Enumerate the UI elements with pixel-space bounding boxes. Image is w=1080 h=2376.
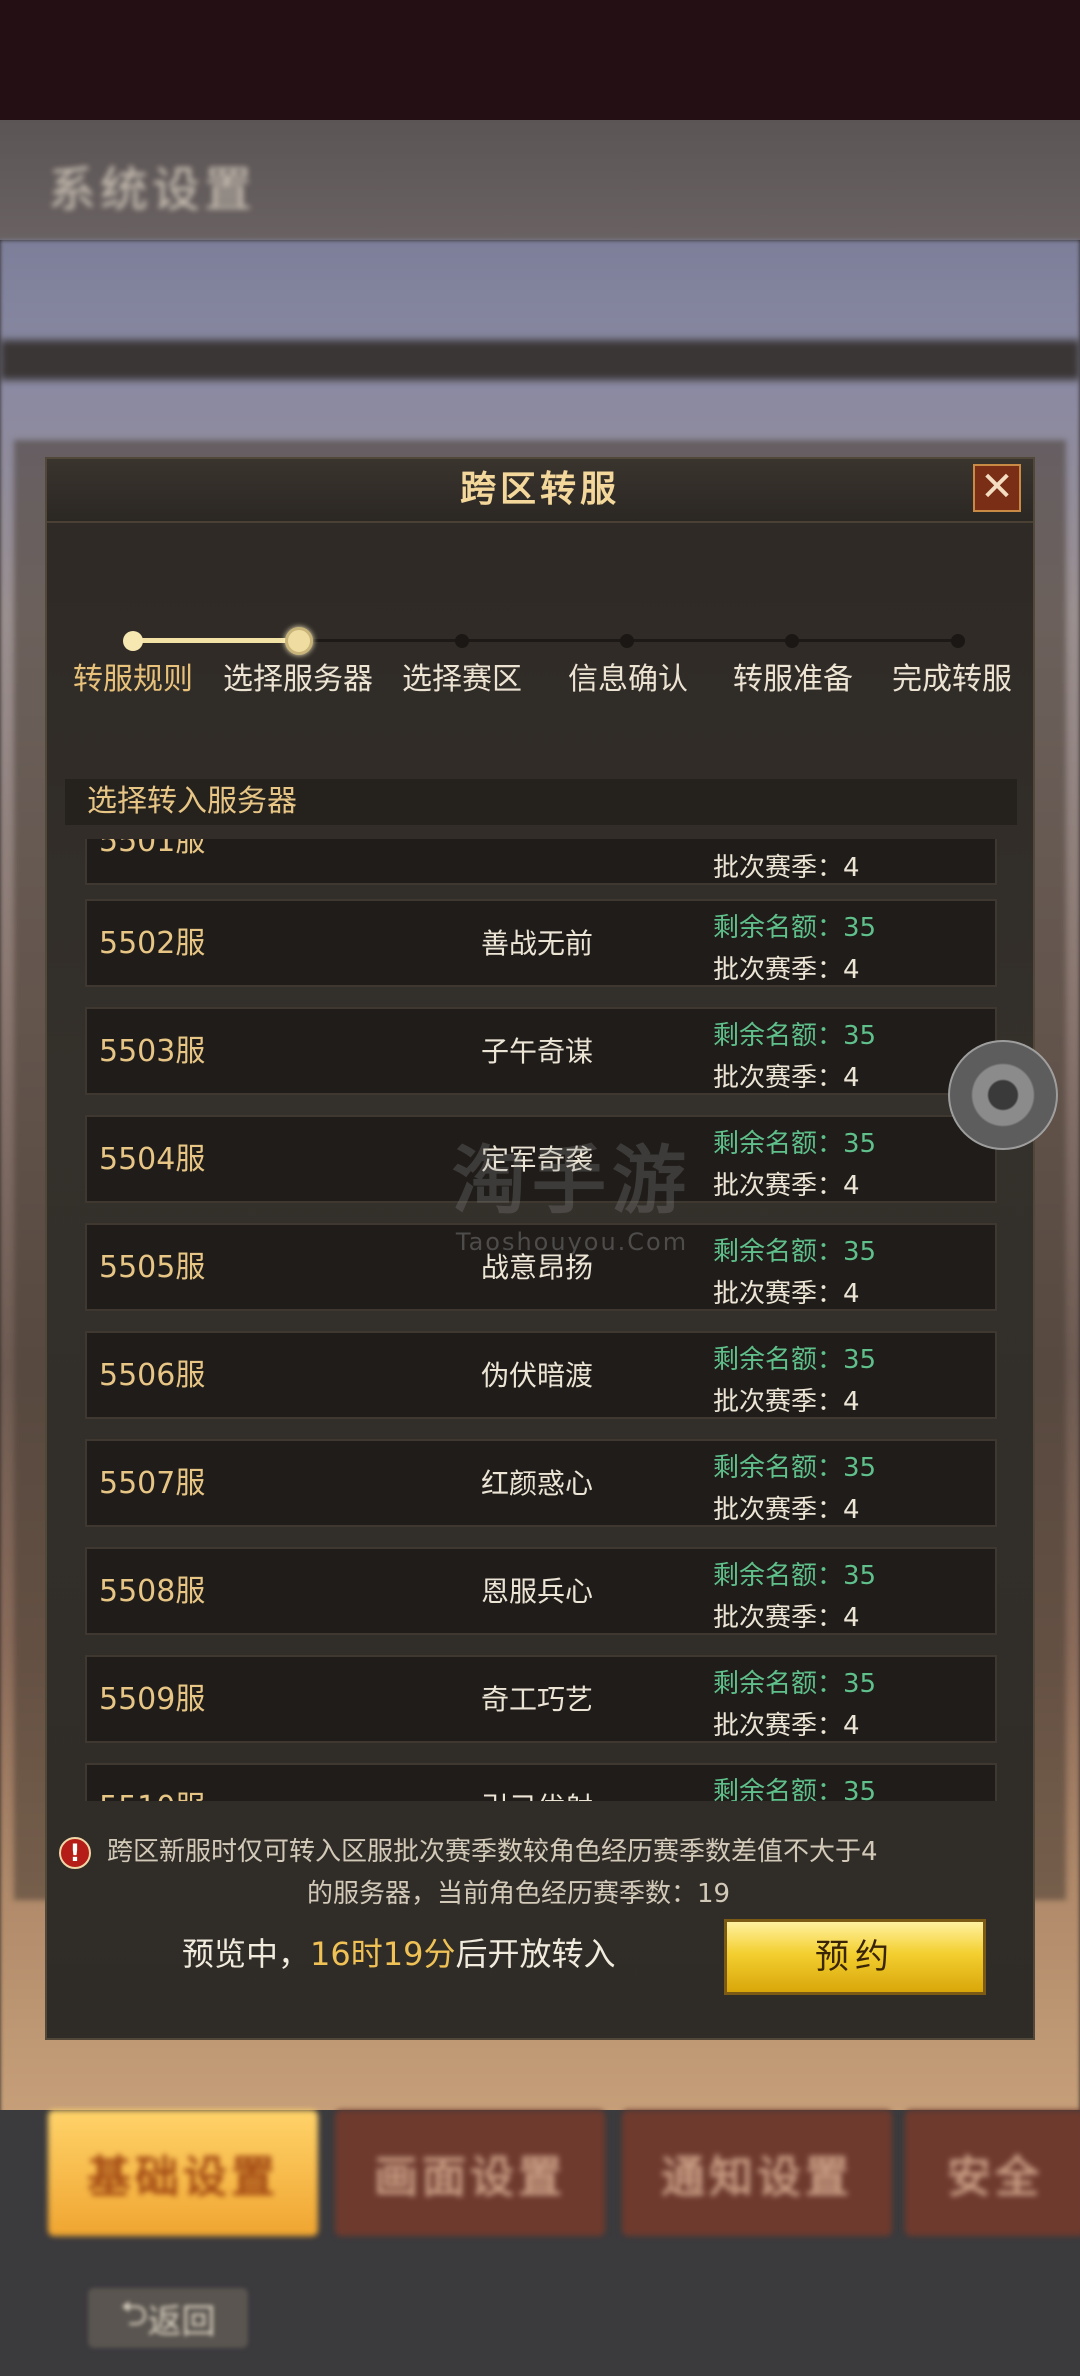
server-season: 批次赛季：4: [713, 1495, 860, 1525]
server-quota: 剩余名额：35: [713, 1453, 877, 1483]
back-arrow-icon: ⮌: [120, 2293, 148, 2334]
server-id: 5509服: [99, 1682, 206, 1717]
step-progress: [133, 638, 299, 643]
step-dot-2: [285, 627, 313, 655]
server-season: 批次赛季：4: [713, 1711, 860, 1741]
top-bar: [0, 0, 1080, 120]
server-row[interactable]: 5501服 批次赛季：4: [85, 839, 997, 885]
server-row[interactable]: 5509服 奇工巧艺 剩余名额：35 批次赛季：4: [85, 1655, 997, 1743]
server-row[interactable]: 5504服 定军奇袭 剩余名额：35 批次赛季：4: [85, 1115, 997, 1203]
server-id: 5507服: [99, 1466, 206, 1501]
server-season: 批次赛季：4: [713, 1603, 860, 1633]
server-id: 5501服: [99, 839, 206, 859]
step-select-zone: 选择赛区: [402, 662, 522, 697]
step-dot-1: [123, 631, 143, 651]
server-quota: 剩余名额：35: [713, 1345, 877, 1375]
preview-prefix: 预览中，: [182, 1935, 311, 1973]
server-name: 引弓优射: [447, 1765, 627, 1801]
tab-notification-settings[interactable]: 通知设置: [622, 2110, 892, 2236]
server-season: 批次赛季：4: [713, 1171, 860, 1201]
server-name: 恩服兵心: [480, 1575, 593, 1608]
server-quota: 剩余名额：35: [713, 1237, 877, 1267]
server-season: 批次赛季：4: [713, 1387, 860, 1417]
server-name: 红颜惑心: [480, 1467, 593, 1500]
notice-line-2: 的服务器，当前角色经历赛季数：19: [307, 1879, 731, 1909]
preview-suffix: 后开放转入: [455, 1935, 616, 1973]
step-rules: 转服规则: [73, 662, 193, 697]
server-id: 5503服: [99, 1034, 206, 1069]
server-id: 5502服: [99, 926, 206, 961]
tab-security[interactable]: 安全: [905, 2110, 1080, 2236]
assistive-ball-icon[interactable]: [948, 1040, 1058, 1150]
dialog-title: 跨区转服: [459, 469, 620, 510]
warning-icon: !: [59, 1837, 91, 1869]
server-season: 批次赛季：4: [713, 955, 860, 985]
step-dot-3: [455, 634, 469, 648]
server-row[interactable]: 5502服 善战无前 剩余名额：35 批次赛季：4: [85, 899, 997, 987]
server-list[interactable]: 5501服 批次赛季：4 5502服 善战无前 剩余名额：35 批次赛季：4 5…: [85, 839, 999, 1801]
server-quota: 剩余名额：35: [713, 1669, 877, 1699]
cross-server-transfer-dialog: 跨区转服 ✕ 转服规则 选择服务器 选择赛区 信息确认 转服准备 完成转服 选择…: [45, 457, 1035, 2040]
server-name: 定军奇袭: [480, 1143, 593, 1176]
server-id: 5510服: [99, 1765, 205, 1801]
step-dot-4: [620, 634, 634, 648]
server-row[interactable]: 5508服 恩服兵心 剩余名额：35 批次赛季：4: [85, 1547, 997, 1635]
step-confirm-info: 信息确认: [568, 662, 688, 697]
server-season: 批次赛季：4: [713, 853, 860, 883]
server-quota: 剩余名额：35: [713, 913, 877, 943]
section-title: 选择转入服务器: [87, 784, 297, 819]
preview-status: 预览中，16时19分后开放转入: [182, 1929, 615, 1979]
transfer-notice: 跨区新服时仅可转入区服批次赛季数较角色经历赛季数差值不大于4 的服务器，当前角色…: [107, 1831, 1007, 1915]
server-quota: 剩余名额：35: [713, 1129, 877, 1159]
step-dot-6: [951, 634, 965, 648]
server-row[interactable]: 5510服 引弓优射 剩余名额：35: [85, 1763, 997, 1801]
back-button[interactable]: ⮌ 返回: [88, 2288, 248, 2348]
background-band: [0, 340, 1080, 380]
server-name: 善战无前: [480, 927, 593, 960]
preview-time: 16时19分: [310, 1935, 456, 1973]
settings-title: 系统设置: [48, 162, 257, 218]
close-icon[interactable]: ✕: [973, 464, 1021, 512]
server-quota: 剩余名额：35: [713, 1561, 877, 1591]
server-name: 奇工巧艺: [480, 1683, 593, 1716]
tab-display-settings[interactable]: 画面设置: [335, 2110, 605, 2236]
server-season: 批次赛季：4: [713, 1279, 860, 1309]
server-name: 战意昂扬: [480, 1251, 593, 1284]
step-transfer-prep: 转服准备: [733, 662, 853, 697]
server-quota: 剩余名额：35: [713, 1777, 877, 1801]
server-row[interactable]: 5507服 红颜惑心 剩余名额：35 批次赛季：4: [85, 1439, 997, 1527]
back-label: 返回: [147, 2301, 216, 2342]
server-id: 5508服: [99, 1574, 206, 1609]
server-quota: 剩余名额：35: [713, 1021, 877, 1051]
server-name: 子午奇谋: [480, 1035, 593, 1068]
server-row[interactable]: 5505服 战意昂扬 剩余名额：35 批次赛季：4: [85, 1223, 997, 1311]
server-id: 5504服: [99, 1142, 206, 1177]
server-row[interactable]: 5506服 伪伏暗渡 剩余名额：35 批次赛季：4: [85, 1331, 997, 1419]
server-id: 5506服: [99, 1358, 206, 1393]
server-id: 5505服: [99, 1250, 206, 1285]
step-complete: 完成转服: [892, 662, 1012, 697]
tab-basic-settings[interactable]: 基础设置: [48, 2110, 318, 2236]
server-row[interactable]: 5503服 子午奇谋 剩余名额：35 批次赛季：4: [85, 1007, 997, 1095]
step-dot-5: [785, 634, 799, 648]
server-name: 伪伏暗渡: [480, 1359, 593, 1392]
reserve-button[interactable]: 预约: [724, 1919, 986, 1995]
step-select-server: 选择服务器: [223, 662, 373, 697]
server-season: 批次赛季：4: [713, 1063, 860, 1093]
notice-line-1: 跨区新服时仅可转入区服批次赛季数较角色经历赛季数差值不大于4: [107, 1837, 878, 1867]
